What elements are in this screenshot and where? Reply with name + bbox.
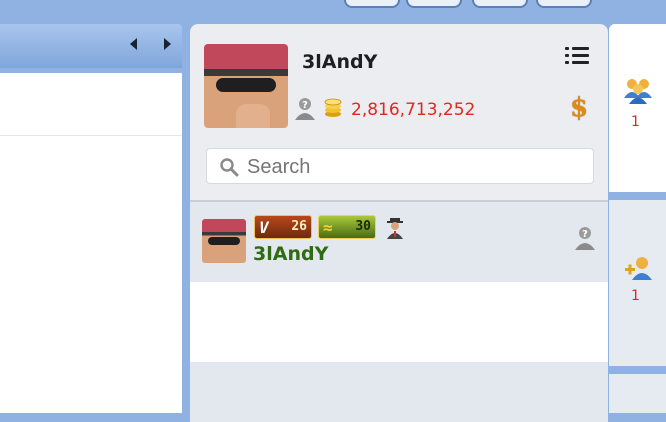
left-panel-header [0,24,182,68]
svg-text:?: ? [582,229,588,240]
svg-text:?: ? [302,100,308,111]
toolbar-button-2[interactable] [406,0,462,8]
list-item [190,362,608,422]
toolbar-button-4[interactable] [536,0,592,8]
dollar-icon[interactable]: $ [568,94,590,122]
left-panel-divider [0,135,182,136]
contact-avatar[interactable] [202,219,246,263]
next-arrow-icon[interactable] [164,38,171,50]
coin-stack-icon [323,98,343,118]
toolbar-button-3[interactable] [472,0,528,8]
left-panel-body [0,73,182,413]
previous-arrow-icon[interactable] [130,38,137,50]
rank-level-badge: ≈30 [318,215,376,239]
friends-group-icon [624,79,652,104]
unknown-user-icon[interactable]: ? [294,96,316,120]
profile-username: 3lAndY [302,51,378,73]
list-menu-icon[interactable] [565,46,589,64]
list-item [190,282,608,362]
requests-tab[interactable]: 1 [609,200,666,366]
profile-avatar[interactable] [204,44,288,128]
agent-icon [385,217,405,239]
friends-count: 1 [631,114,640,130]
friends-panel: 3lAndY ? 2,816,713,252 $ V26 [190,24,608,422]
toolbar-button-1[interactable] [344,0,400,8]
search-field[interactable] [206,148,594,184]
search-input[interactable] [245,154,579,180]
contact-username[interactable]: 3lAndY [253,243,328,265]
add-friend-icon [625,257,652,280]
vip-level-badge: V 26 [254,215,312,239]
unknown-user-icon[interactable]: ? [574,224,596,250]
coins-balance: 2,816,713,252 [351,100,476,120]
list-item[interactable] [190,202,608,282]
friends-tab[interactable]: 1 [609,24,666,192]
right-panel-footer [609,374,666,413]
magnifier-icon [220,158,239,177]
requests-count: 1 [631,288,640,304]
